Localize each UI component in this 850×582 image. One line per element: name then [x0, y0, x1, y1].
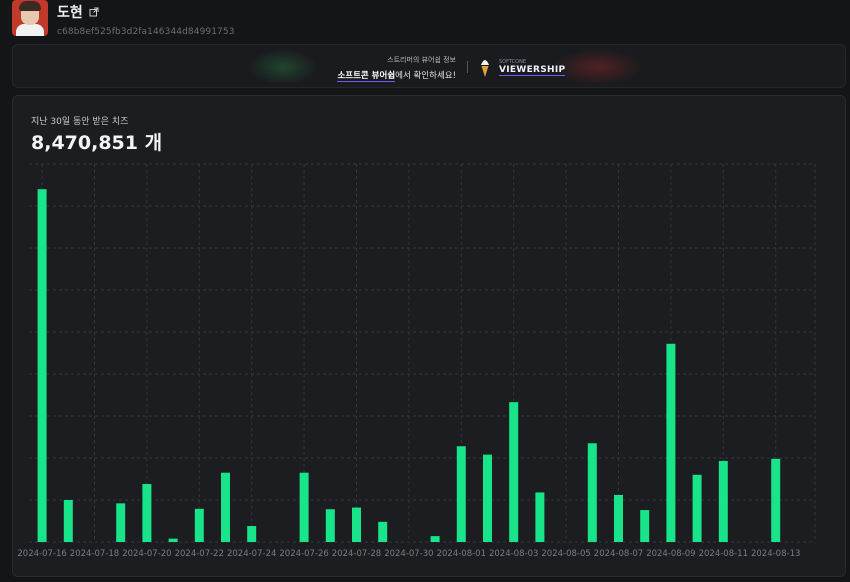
- x-tick-label: 2024-08-01: [437, 549, 486, 559]
- chart-bar: [142, 484, 152, 542]
- x-tick-label: 2024-07-22: [175, 549, 224, 559]
- streamer-name: 도현: [57, 5, 83, 21]
- chart-bar: [168, 538, 178, 542]
- chart-bar: [116, 503, 126, 542]
- chart-bar: [456, 446, 466, 542]
- chart-bar: [771, 458, 781, 542]
- banner-line2-bold: 소프트콘 뷰어쉽: [337, 71, 396, 82]
- chart-bar: [325, 509, 335, 542]
- chart-bar: [221, 472, 230, 542]
- chart-bar: [247, 526, 257, 542]
- x-tick-label: 2024-07-18: [70, 549, 119, 559]
- chart-bar: [535, 492, 545, 542]
- chart-bar: [378, 521, 388, 542]
- x-tick-label: 2024-08-03: [489, 549, 538, 559]
- external-link-icon[interactable]: [89, 7, 99, 17]
- chart-bar: [614, 494, 623, 542]
- banner-divider: [467, 61, 468, 73]
- chart-bar: [430, 536, 440, 542]
- chart-bar: [194, 508, 204, 542]
- banner-glow: [248, 49, 318, 85]
- chart-bar: [299, 472, 309, 542]
- cheese-card: 지난 30일 동안 받은 치즈 8,470,851 개 2024-07-16 20…: [12, 95, 846, 577]
- channel-id: c68b8ef525fb3d2fa146344d84991753: [57, 27, 235, 37]
- chart-bar: [640, 510, 650, 542]
- x-tick-label: 2024-07-30: [384, 549, 433, 559]
- x-tick-label: 2024-07-24: [227, 549, 276, 559]
- ice-cream-cone-icon: [481, 60, 489, 77]
- chart-bar: [666, 343, 676, 542]
- profile-header: 도현 c68b8ef525fb3d2fa146344d84991753: [12, 0, 235, 38]
- banner-glow: [553, 49, 643, 85]
- chart-bar: [63, 500, 73, 542]
- x-tick-label: 2024-08-11: [699, 549, 748, 559]
- x-tick-label: 2024-08-05: [541, 549, 590, 559]
- viewership-logo: VIEWERSHIP: [499, 65, 566, 76]
- chart-bar: [483, 454, 492, 542]
- x-tick-label: 2024-07-20: [122, 549, 171, 559]
- chart-bar: [352, 507, 361, 542]
- chart-bar: [692, 474, 702, 542]
- x-tick-label: 2024-07-16: [17, 549, 66, 559]
- x-tick-label: 2024-07-28: [332, 549, 381, 559]
- chart-bar: [587, 443, 597, 542]
- chart-bar: [718, 460, 728, 542]
- x-tick-label: 2024-08-07: [594, 549, 643, 559]
- x-tick-label: 2024-08-13: [751, 549, 800, 559]
- banner-line1: 스트리머의 뷰어쉽 정보: [387, 56, 456, 64]
- chart-bar: [37, 189, 47, 542]
- cheese-bar-chart: 2024-07-16 2024-07-18 2024-07-20 2024-07-22…: [17, 163, 816, 559]
- x-tick-label: 2024-08-09: [646, 549, 695, 559]
- banner-line2-rest: 에서 확인하세요!: [395, 71, 456, 81]
- avatar[interactable]: [12, 0, 48, 36]
- x-tick-label: 2024-07-26: [279, 549, 328, 559]
- banner-line2: 소프트콘 뷰어쉽에서 확인하세요!: [318, 69, 456, 82]
- viewership-banner[interactable]: 스트리머의 뷰어쉽 정보 소프트콘 뷰어쉽에서 확인하세요! SOFTCONE …: [12, 44, 846, 88]
- chart-bar: [509, 402, 519, 542]
